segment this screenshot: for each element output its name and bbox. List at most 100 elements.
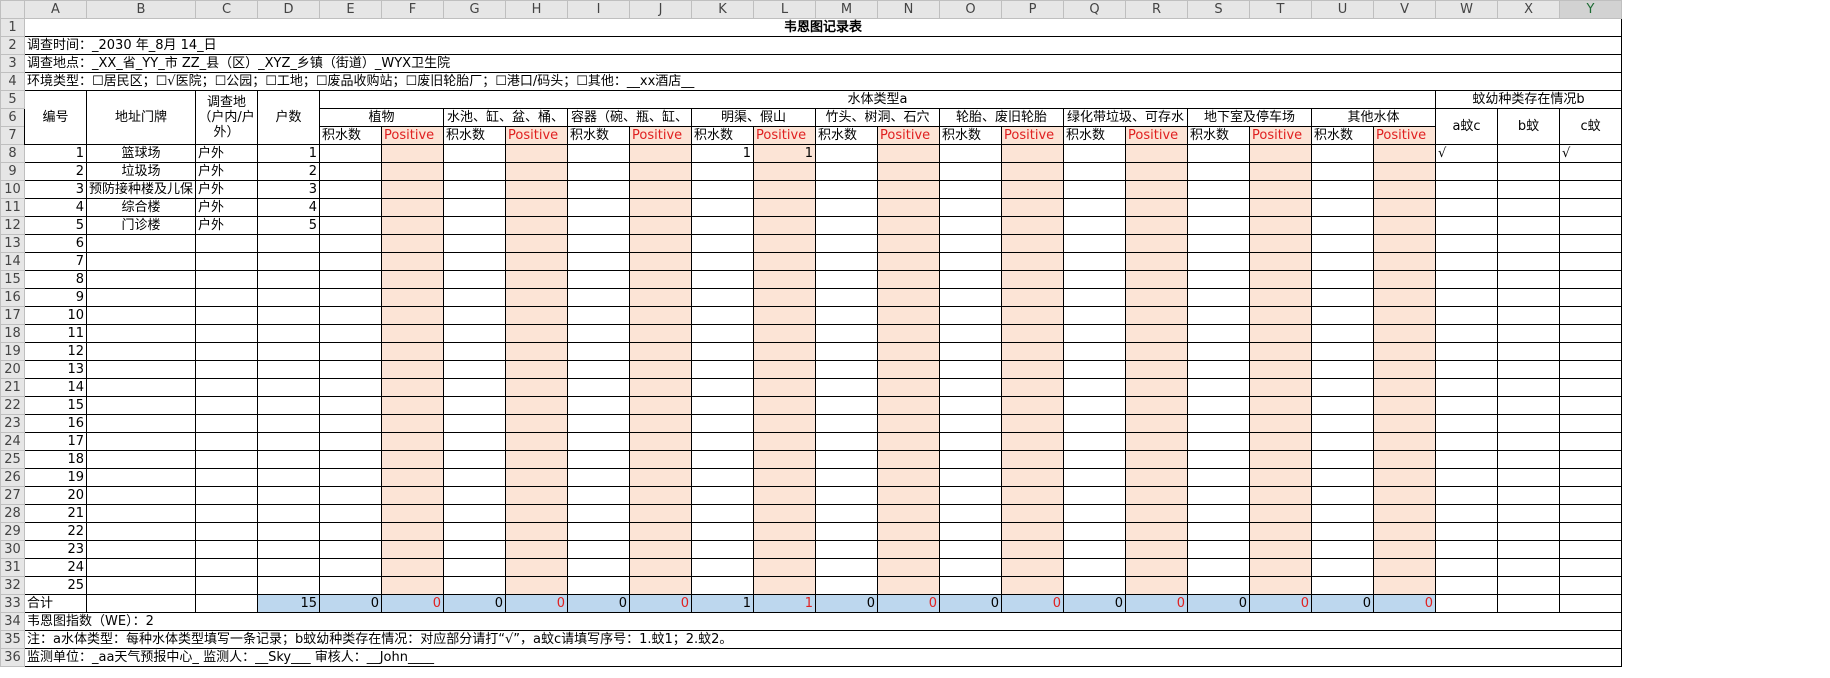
cell-positive[interactable] <box>753 306 817 325</box>
cell-water-count[interactable] <box>1311 468 1375 487</box>
cell-positive[interactable] <box>753 216 817 235</box>
row-header-6[interactable]: 6 <box>0 108 25 127</box>
cell-water-count[interactable] <box>815 162 879 181</box>
cell-positive[interactable] <box>877 396 941 415</box>
cell-households[interactable] <box>257 234 321 253</box>
total-positive[interactable]: 0 <box>505 594 569 613</box>
cell-water-count[interactable] <box>1311 288 1375 307</box>
cell-water-count[interactable] <box>443 396 507 415</box>
row-header-11[interactable]: 11 <box>0 198 25 217</box>
cell-positive[interactable] <box>1373 540 1437 559</box>
cell-mosquito-a[interactable] <box>1435 360 1499 379</box>
cell-mosquito-c[interactable] <box>1559 234 1623 253</box>
cell-mosquito-c[interactable] <box>1559 396 1623 415</box>
cell-positive[interactable] <box>629 360 693 379</box>
cell-positive[interactable] <box>1125 414 1189 433</box>
cell-households[interactable] <box>257 486 321 505</box>
cell-water-count[interactable] <box>815 324 879 343</box>
cell-positive[interactable] <box>505 576 569 595</box>
cell-positive[interactable] <box>877 558 941 577</box>
cell-positive[interactable] <box>1001 180 1065 199</box>
column-header-T[interactable]: T <box>1249 0 1313 19</box>
cell-address[interactable] <box>85 414 197 433</box>
cell-water-count[interactable] <box>939 486 1003 505</box>
cell-water-count[interactable] <box>319 432 383 451</box>
cell-households[interactable] <box>257 576 321 595</box>
header-number[interactable]: 编号 <box>24 90 87 145</box>
cell-positive[interactable] <box>505 324 569 343</box>
cell-number[interactable]: 17 <box>24 432 87 451</box>
cell-households[interactable]: 4 <box>257 198 321 217</box>
cell-water-count[interactable] <box>1187 450 1251 469</box>
cell-positive[interactable] <box>1373 468 1437 487</box>
total-water-count[interactable]: 0 <box>815 594 879 613</box>
row-header-23[interactable]: 23 <box>0 414 25 433</box>
cell-mosquito-c[interactable] <box>1559 162 1623 181</box>
cell-address[interactable] <box>85 324 197 343</box>
cell-water-count[interactable] <box>939 306 1003 325</box>
cell-positive[interactable] <box>1373 396 1437 415</box>
cell-positive[interactable] <box>505 522 569 541</box>
cell-water-count[interactable] <box>567 450 631 469</box>
cell-positive[interactable] <box>1373 414 1437 433</box>
cell-address[interactable] <box>85 306 197 325</box>
cell-water-count[interactable] <box>1187 216 1251 235</box>
cell-water-count[interactable] <box>1187 324 1251 343</box>
cell-positive[interactable] <box>1001 558 1065 577</box>
cell-mosquito-c[interactable] <box>1559 252 1623 271</box>
cell-mosquito-b[interactable] <box>1497 450 1561 469</box>
cell-mosquito-b[interactable] <box>1497 396 1561 415</box>
cell-number[interactable]: 3 <box>24 180 87 199</box>
cell-water-count[interactable] <box>1311 342 1375 361</box>
cell-positive[interactable] <box>1373 378 1437 397</box>
cell-number[interactable]: 5 <box>24 216 87 235</box>
column-header-F[interactable]: F <box>381 0 445 19</box>
cell-place[interactable] <box>195 270 259 289</box>
cell-water-count[interactable] <box>1187 180 1251 199</box>
header-water-count[interactable]: 积水数 <box>1063 126 1127 145</box>
total-positive[interactable]: 0 <box>1001 594 1065 613</box>
cell-positive[interactable] <box>1373 360 1437 379</box>
cell-water-count[interactable] <box>691 450 755 469</box>
cell-positive[interactable] <box>1001 540 1065 559</box>
cell-positive[interactable] <box>753 378 817 397</box>
header-positive[interactable]: Positive <box>381 126 445 145</box>
cell-address[interactable] <box>85 234 197 253</box>
cell-number[interactable]: 9 <box>24 288 87 307</box>
cell-positive[interactable] <box>877 216 941 235</box>
cell-water-count[interactable] <box>567 198 631 217</box>
cell-positive[interactable] <box>877 522 941 541</box>
cell-positive[interactable] <box>629 288 693 307</box>
cell-mosquito-c[interactable] <box>1559 504 1623 523</box>
cell-water-count[interactable] <box>1063 234 1127 253</box>
cell-water-count[interactable] <box>443 414 507 433</box>
cell-water-count[interactable] <box>319 216 383 235</box>
cell-households[interactable] <box>257 468 321 487</box>
total-water-count[interactable]: 0 <box>319 594 383 613</box>
cell-water-count[interactable] <box>567 234 631 253</box>
cell-positive[interactable] <box>753 180 817 199</box>
cell-water-count[interactable] <box>1063 216 1127 235</box>
cell-positive[interactable] <box>753 252 817 271</box>
cell-positive[interactable] <box>1249 486 1313 505</box>
cell-place[interactable]: 户外 <box>195 162 259 181</box>
cell-mosquito-a[interactable] <box>1435 468 1499 487</box>
cell-address[interactable] <box>85 558 197 577</box>
cell-positive[interactable] <box>877 486 941 505</box>
cell-households[interactable] <box>257 378 321 397</box>
cell-water-count[interactable] <box>319 144 383 163</box>
cell-households[interactable] <box>257 540 321 559</box>
cell-positive[interactable] <box>1373 270 1437 289</box>
total-water-count[interactable]: 0 <box>1187 594 1251 613</box>
cell-water-count[interactable] <box>691 432 755 451</box>
breteau-index-cell[interactable]: 韦恩图指数（WE）：2 <box>23 612 1623 631</box>
cell-positive[interactable] <box>753 360 817 379</box>
cell-water-count[interactable] <box>939 522 1003 541</box>
select-all-corner[interactable] <box>0 0 25 19</box>
cell-water-count[interactable] <box>443 450 507 469</box>
cell-positive[interactable] <box>505 396 569 415</box>
cell-water-count[interactable] <box>691 252 755 271</box>
cell-number[interactable]: 11 <box>24 324 87 343</box>
total-water-count[interactable]: 1 <box>691 594 755 613</box>
cell-water-count[interactable] <box>1187 144 1251 163</box>
